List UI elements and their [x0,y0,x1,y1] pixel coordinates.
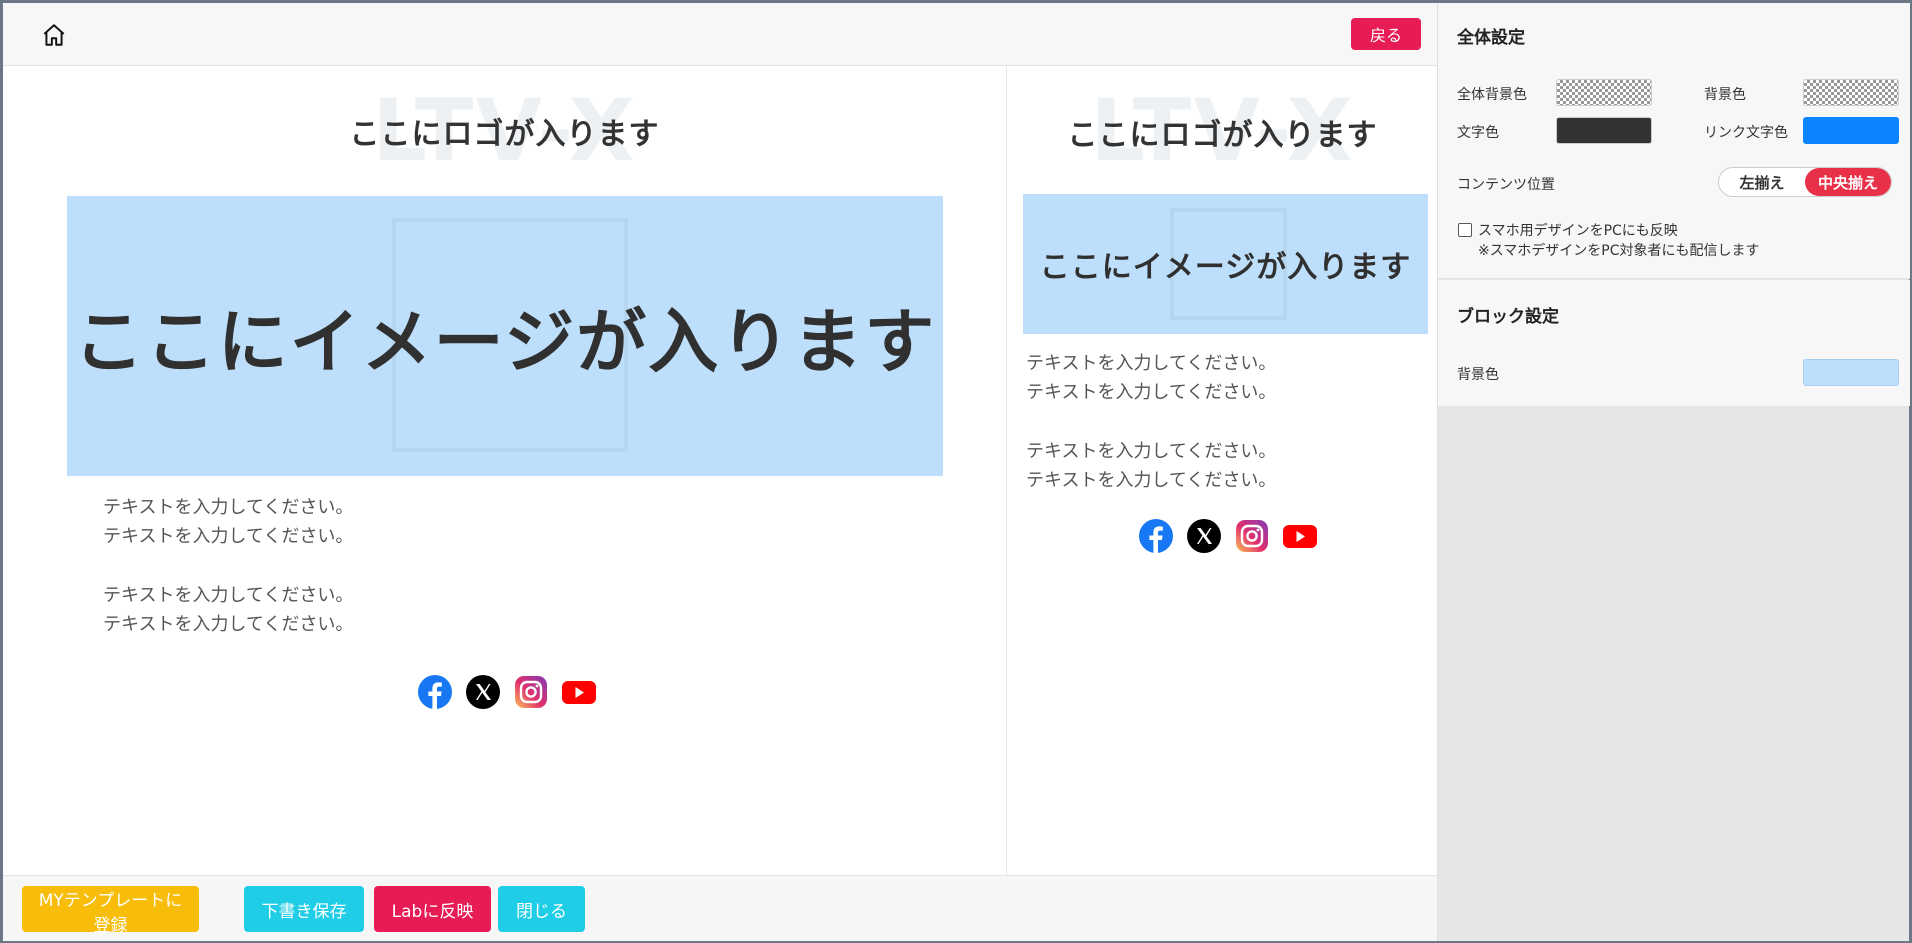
register-my-template-button[interactable]: MYテンプレートに登録 [22,886,199,936]
link-color-swatch[interactable] [1803,117,1899,144]
back-button[interactable]: 戻る [1351,18,1421,50]
text-color-label: 文字色 [1457,125,1499,141]
instagram-icon[interactable] [512,673,549,710]
link-color-label: リンク文字色 [1704,125,1788,141]
global-settings-section: 全体設定 全体背景色 背景色 文字色 リンク文字色 コンテンツ位置 左揃え 中央… [1438,3,1910,279]
bottom-action-bar: MYテンプレートに登録 下書き保存 Labに反映 閉じる [3,875,1437,941]
facebook-icon[interactable] [416,673,453,710]
all-background-color-label: 全体背景色 [1457,87,1527,103]
background-color-label: 背景色 [1704,87,1746,103]
block-settings-section: ブロック設定 背景色 [1438,280,1910,406]
smartphone-preview: LTV-X ここにロゴが入ります ここにイメージが入ります テキストを入力してく… [1008,67,1437,875]
apply-to-lab-button[interactable]: Labに反映 [374,886,491,932]
text-line: テキストを入力してください。 [1026,470,1277,491]
sp-design-checkbox[interactable] [1458,223,1472,237]
image-placeholder-text: ここにイメージが入ります [1039,250,1412,285]
pc-preview: LTV-X ここにロゴが入ります ここにイメージが入ります テキストを入力してく… [3,67,1007,875]
text-block[interactable]: テキストを入力してください。 テキストを入力してください。 テキストを入力してく… [1026,349,1276,495]
x-icon[interactable] [464,673,501,710]
block-background-color-label: 背景色 [1457,367,1499,383]
youtube-icon[interactable] [1281,517,1318,554]
home-icon [43,24,65,46]
social-links [416,673,597,710]
image-placeholder[interactable]: ここにイメージが入ります [67,196,943,476]
content-position-toggle: 左揃え 中央揃え [1718,167,1892,197]
social-links [1137,517,1318,554]
text-line: テキストを入力してください。 [1026,382,1277,403]
sp-design-label: スマホ用デザインをPCにも反映 [1478,223,1678,239]
image-placeholder[interactable]: ここにイメージが入ります [1023,194,1428,334]
text-line: テキストを入力してください。 [103,585,354,606]
align-left-option[interactable]: 左揃え [1719,168,1805,196]
sp-design-note: ※スマホデザインをPC対象者にも配信します [1478,243,1760,259]
save-draft-button[interactable]: 下書き保存 [244,886,364,932]
youtube-icon[interactable] [560,673,597,710]
facebook-icon[interactable] [1137,517,1174,554]
text-line: テキストを入力してください。 [1026,353,1277,374]
logo-placeholder[interactable]: ここにロゴが入ります [1008,110,1437,154]
logo-placeholder[interactable]: ここにロゴが入ります [3,109,1006,153]
text-line: テキストを入力してください。 [103,526,354,547]
editor-area: 戻る LTV-X ここにロゴが入ります ここにイメージが入ります テキストを入力… [3,3,1437,941]
align-center-option[interactable]: 中央揃え [1805,168,1891,196]
block-settings-title: ブロック設定 [1457,307,1559,327]
background-color-swatch[interactable] [1803,79,1899,106]
text-line: テキストを入力してください。 [103,614,354,635]
all-background-color-swatch[interactable] [1556,79,1652,106]
settings-panel: 全体設定 全体背景色 背景色 文字色 リンク文字色 コンテンツ位置 左揃え 中央… [1437,3,1910,941]
text-block[interactable]: テキストを入力してください。 テキストを入力してください。 テキストを入力してく… [103,493,353,639]
block-background-color-swatch[interactable] [1803,359,1899,386]
image-placeholder-text: ここにイメージが入ります [73,300,937,383]
content-position-label: コンテンツ位置 [1457,177,1555,193]
home-button[interactable] [39,20,69,50]
text-color-swatch[interactable] [1556,117,1652,144]
instagram-icon[interactable] [1233,517,1270,554]
text-line: テキストを入力してください。 [1026,441,1277,462]
x-icon[interactable] [1185,517,1222,554]
close-button[interactable]: 閉じる [498,886,585,932]
text-line: テキストを入力してください。 [103,497,354,518]
top-toolbar: 戻る [3,3,1437,66]
global-settings-title: 全体設定 [1457,28,1525,48]
